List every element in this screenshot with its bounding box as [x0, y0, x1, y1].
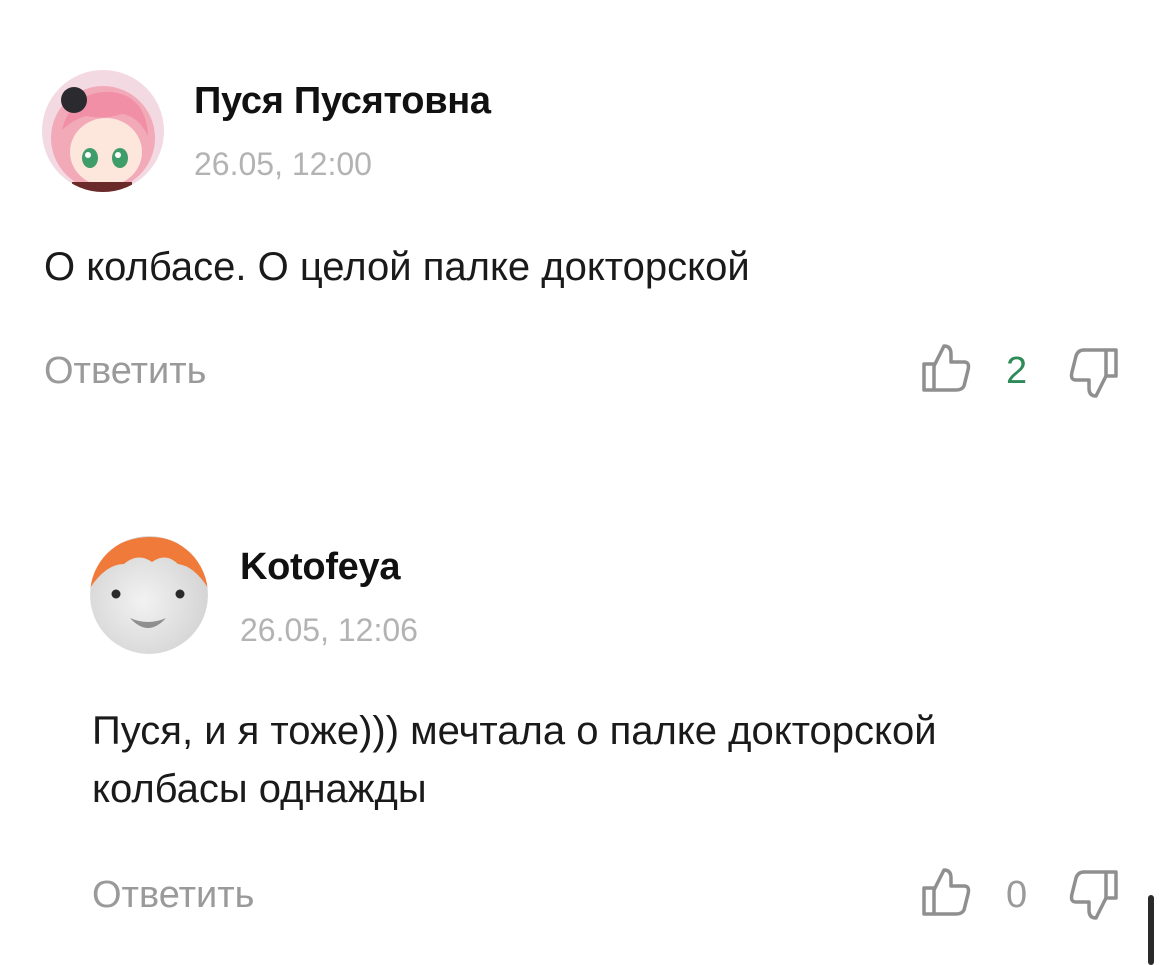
thumb-down-icon[interactable] — [1066, 346, 1122, 402]
like-count: 2 — [1006, 350, 1028, 392]
author-name[interactable]: Kotofeya — [240, 546, 400, 589]
comment-text: О колбасе. О целой палке докторской — [44, 245, 750, 289]
comment-timestamp: 26.05, 12:00 — [194, 146, 372, 182]
thumb-down-icon[interactable] — [1066, 868, 1122, 924]
scrollbar[interactable] — [1148, 895, 1154, 965]
avatar[interactable] — [90, 536, 208, 654]
comment-timestamp: 26.05, 12:06 — [240, 612, 418, 648]
comment: Пуся Пусятовна 26.05, 12:00 О колбасе. О… — [0, 0, 1166, 420]
thumb-up-icon[interactable] — [918, 340, 974, 396]
thumb-up-icon[interactable] — [918, 864, 974, 920]
author-name[interactable]: Пуся Пусятовна — [194, 80, 491, 123]
like-count: 0 — [1006, 874, 1028, 916]
anime-girl-avatar-icon — [42, 70, 164, 192]
reply-button[interactable]: Ответить — [92, 874, 254, 917]
smiley-face-avatar-icon — [90, 536, 208, 654]
avatar[interactable] — [42, 70, 164, 192]
comment-text: Пуся, и я тоже))) мечтала о палке доктор… — [92, 709, 937, 811]
reply-button[interactable]: Ответить — [44, 350, 206, 393]
